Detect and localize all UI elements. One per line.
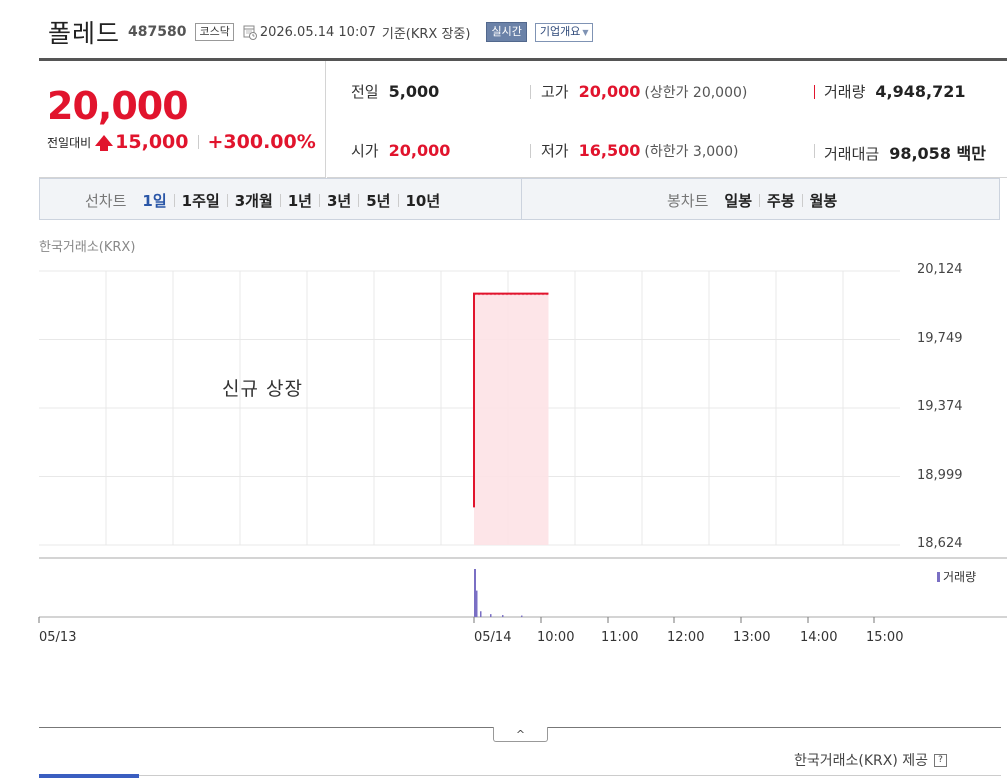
x-tick-label: 05/14	[474, 630, 512, 645]
y-tick-label: 20,124	[917, 262, 963, 277]
y-tick-label: 19,374	[917, 399, 963, 414]
data-source: 한국거래소(KRX) 제공 ?	[794, 750, 948, 770]
chevron-up-icon: ^	[515, 727, 526, 741]
x-tick-label: 11:00	[601, 630, 639, 645]
price-chart[interactable]	[0, 0, 1007, 727]
volume-bar	[502, 615, 504, 617]
volume-swatch	[937, 571, 940, 582]
divider	[39, 775, 1001, 776]
y-tick-label: 18,624	[917, 536, 963, 551]
y-tick-label: 19,749	[917, 330, 963, 346]
x-tick-label: 10:00	[537, 630, 575, 645]
volume-bar	[476, 590, 478, 617]
new-listing-annotation: 신규 상장	[222, 378, 303, 400]
volume-bar	[521, 615, 523, 617]
volume-bar	[474, 569, 476, 617]
volume-bar	[480, 611, 482, 617]
data-source-label: 한국거래소(KRX) 제공	[794, 753, 929, 769]
x-tick-label: 05/13	[39, 630, 77, 645]
volume-bar	[490, 614, 492, 617]
active-tab-indicator	[39, 774, 139, 778]
price-area	[474, 293, 549, 545]
help-icon[interactable]: ?	[934, 753, 948, 767]
x-tick-label: 15:00	[866, 630, 904, 645]
x-tick-label: 13:00	[733, 630, 771, 645]
x-tick-label: 14:00	[800, 630, 838, 645]
y-tick-label: 18,999	[917, 467, 963, 483]
volume-legend-label: 거래량	[943, 570, 977, 584]
volume-legend: 거래량	[937, 568, 976, 585]
collapse-chart-button[interactable]: ^	[493, 727, 548, 742]
x-tick-label: 12:00	[667, 630, 705, 645]
